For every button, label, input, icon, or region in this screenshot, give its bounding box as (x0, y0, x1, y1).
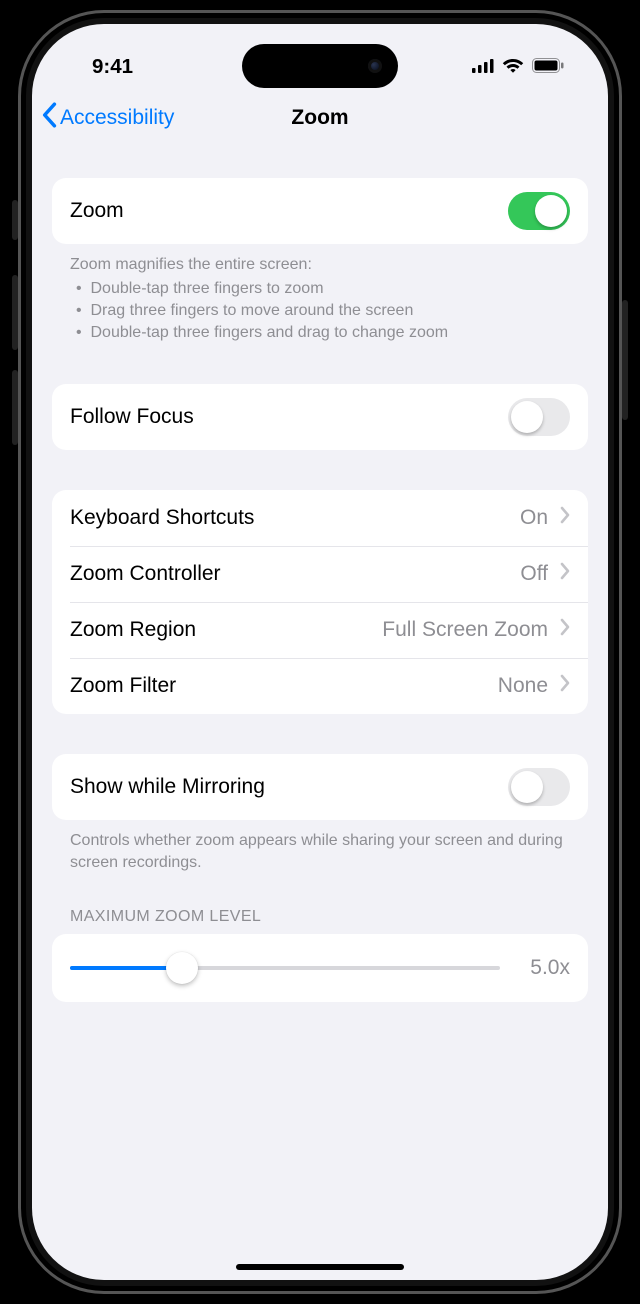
mirroring-switch[interactable] (508, 768, 570, 806)
row-show-while-mirroring[interactable]: Show while Mirroring (52, 754, 588, 820)
status-time: 9:41 (92, 55, 133, 79)
chevron-right-icon (560, 506, 570, 530)
zoom-desc-item: Drag three fingers to move around the sc… (76, 300, 570, 322)
mirroring-description: Controls whether zoom appears while shar… (52, 820, 588, 874)
back-button[interactable]: Accessibility (40, 102, 174, 134)
row-label: Zoom Controller (70, 562, 221, 586)
row-label: Show while Mirroring (70, 775, 265, 799)
row-value: Full Screen Zoom (382, 618, 548, 642)
row-label: Zoom Filter (70, 674, 176, 698)
chevron-right-icon (560, 562, 570, 586)
nav-bar: Accessibility Zoom (32, 86, 608, 144)
row-label: Follow Focus (70, 405, 194, 429)
row-zoom[interactable]: Zoom (52, 178, 588, 244)
screen: 9:41 Accessibility Zoom (32, 24, 608, 1280)
chevron-right-icon (560, 674, 570, 698)
row-label: Zoom Region (70, 618, 196, 642)
follow-focus-switch[interactable] (508, 398, 570, 436)
zoom-description: Zoom magnifies the entire screen: Double… (52, 244, 588, 344)
row-value: On (520, 506, 548, 530)
row-zoom-region[interactable]: Zoom Region Full Screen Zoom (52, 602, 588, 658)
zoom-desc-item: Double-tap three fingers to zoom (76, 278, 570, 300)
row-label: Zoom (70, 199, 124, 223)
chevron-back-icon (40, 102, 58, 134)
group-mirroring: Show while Mirroring (52, 754, 588, 820)
chevron-right-icon (560, 618, 570, 642)
dynamic-island (242, 44, 398, 88)
phone-frame: 9:41 Accessibility Zoom (18, 10, 622, 1294)
cellular-icon (472, 55, 494, 79)
row-zoom-filter[interactable]: Zoom Filter None (52, 658, 588, 714)
group-zoom-options: Keyboard Shortcuts On Zoom Controller Of… (52, 490, 588, 714)
row-zoom-controller[interactable]: Zoom Controller Off (52, 546, 588, 602)
back-label: Accessibility (60, 106, 174, 130)
group-zoom-toggle: Zoom (52, 178, 588, 244)
row-value: Off (520, 562, 548, 586)
battery-icon (532, 55, 564, 79)
group-follow-focus: Follow Focus (52, 384, 588, 450)
zoom-desc-item: Double-tap three fingers and drag to cha… (76, 322, 570, 344)
group-max-zoom: 5.0x (52, 934, 588, 1002)
max-zoom-value: 5.0x (516, 956, 570, 980)
section-header-max-zoom: MAXIMUM ZOOM LEVEL (52, 874, 588, 934)
row-keyboard-shortcuts[interactable]: Keyboard Shortcuts On (52, 490, 588, 546)
home-indicator[interactable] (236, 1264, 404, 1270)
max-zoom-slider[interactable] (70, 952, 500, 984)
zoom-switch[interactable] (508, 192, 570, 230)
row-follow-focus[interactable]: Follow Focus (52, 384, 588, 450)
nav-title: Zoom (291, 106, 348, 130)
wifi-icon (502, 55, 524, 79)
row-value: None (498, 674, 548, 698)
row-label: Keyboard Shortcuts (70, 506, 254, 530)
